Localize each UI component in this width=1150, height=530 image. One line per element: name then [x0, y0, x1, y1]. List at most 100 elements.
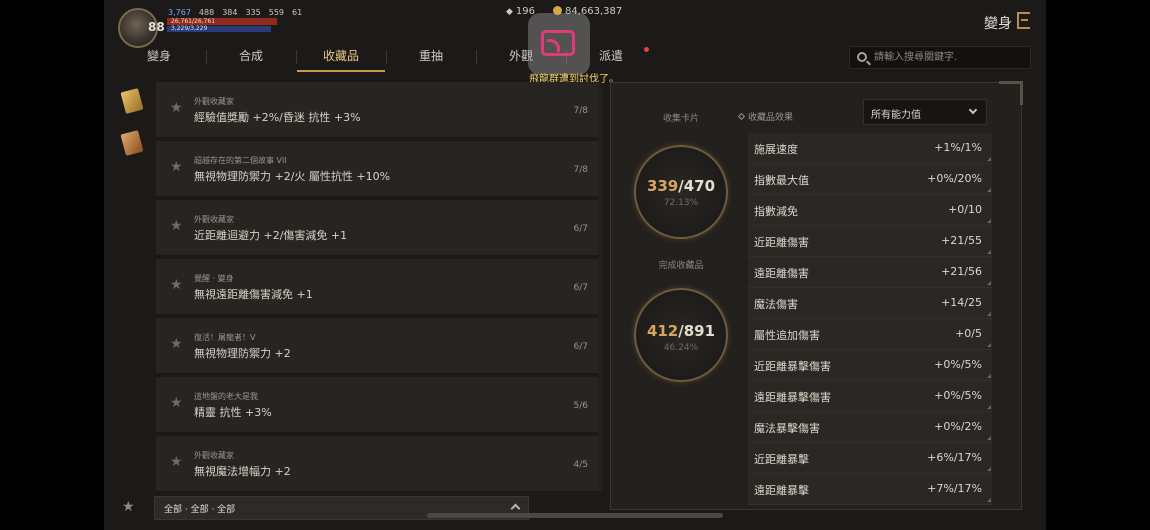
tab-reroll[interactable]: 重抽: [386, 42, 476, 70]
collection-row[interactable]: ★ 復活！屠龍者！V 無視物理防禦力 +2 6/7: [156, 318, 598, 374]
screen-cast-overlay[interactable]: [528, 13, 590, 75]
tab-transform[interactable]: 變身: [114, 42, 204, 70]
corner-tick: [987, 343, 991, 347]
collection-count: 6/7: [573, 342, 588, 352]
effect-name: 指數減免: [754, 205, 798, 218]
collection-row[interactable]: ★ 超越存在的第二個故事 VII 無視物理防禦力 +2/火 屬性抗性 +10% …: [156, 141, 598, 197]
stat-value: 559: [268, 8, 285, 17]
collection-count: 7/8: [573, 106, 588, 116]
tab-synthesis[interactable]: 合成: [206, 42, 296, 70]
effect-value: +0/5: [955, 327, 982, 340]
diamond-icon: [737, 112, 746, 121]
effect-row: 近距離傷害 +21/55: [748, 226, 992, 257]
search-icon: [857, 52, 867, 62]
active-tab-indicator: [297, 70, 385, 72]
game-screen: 88 3,767 488 384 335 559 61 26,761/26,76…: [104, 0, 1046, 530]
cards-label: 收集卡片: [662, 114, 699, 124]
star-icon[interactable]: ★: [170, 395, 183, 411]
corner-tick: [987, 157, 991, 161]
effect-name: 魔法暴擊傷害: [754, 422, 820, 435]
collection-source: 超越存在的第二個故事 VII: [194, 156, 287, 165]
corner-tick: [987, 250, 991, 254]
tab-collection[interactable]: 收藏品: [296, 42, 386, 70]
effect-row: 近距離暴擊 +6%/17%: [748, 443, 992, 474]
collection-row[interactable]: ★ 這地盤的老大是我 精靈 抗性 +3% 5/6: [156, 377, 598, 433]
collection-effect: 經驗值獎勵 +2%/昏迷 抗性 +3%: [194, 111, 361, 124]
gem-count: ◆ 196: [506, 6, 536, 17]
collection-list: ★ 外觀收藏家 經驗值獎勵 +2%/昏迷 抗性 +3% 7/8 ★ 超越存在的第…: [156, 82, 598, 492]
effect-name: 遠距離傷害: [754, 267, 809, 280]
effect-row: 魔法傷害 +14/25: [748, 288, 992, 319]
collection-source: 復活！屠龍者！V: [194, 333, 256, 342]
cards-percent: 72.13%: [663, 198, 699, 208]
effect-value: +0%/2%: [934, 420, 982, 433]
favorites-star-icon[interactable]: ★: [122, 499, 135, 515]
stat-value: 384: [222, 8, 238, 17]
collection-effect: 無視物理防禦力 +2: [194, 347, 291, 360]
collection-count: 6/7: [573, 224, 588, 234]
effect-value: +6%/17%: [927, 451, 982, 464]
search-box[interactable]: [849, 46, 1031, 69]
book-icon[interactable]: [120, 130, 144, 156]
effect-value: +1%/1%: [934, 141, 982, 154]
completed-ring: 412/891 46.24%: [634, 288, 728, 382]
search-input[interactable]: [874, 47, 1024, 68]
collection-source: 外觀收藏家: [194, 215, 234, 224]
stat-value: 61: [292, 8, 303, 17]
stat-value: 335: [245, 8, 261, 17]
book-icon[interactable]: [120, 88, 144, 114]
mp-bar: 3,229/3,229: [167, 26, 271, 32]
effect-value: +7%/17%: [927, 482, 982, 495]
collection-row[interactable]: ★ 外觀收藏家 經驗值獎勵 +2%/昏迷 抗性 +3% 7/8: [156, 82, 598, 138]
completed-label: 完成收藏品: [658, 261, 704, 271]
star-icon[interactable]: ★: [170, 336, 183, 352]
star-icon[interactable]: ★: [170, 454, 183, 470]
stat-filter-dropdown[interactable]: 所有能力值: [863, 99, 987, 125]
collection-count: 5/6: [573, 401, 588, 411]
effect-row: 遠距離傷害 +21/56: [748, 257, 992, 288]
stat-value: 3,767: [168, 8, 191, 17]
star-icon[interactable]: ★: [170, 100, 183, 116]
collection-source: 外觀收藏家: [194, 451, 234, 460]
collection-count: 7/8: [573, 165, 588, 175]
corner-tick: [987, 312, 991, 316]
effect-value: +21/55: [941, 234, 982, 247]
corner-tick: [987, 281, 991, 285]
effect-value: +0/10: [948, 203, 982, 216]
dropdown-value: 所有能力值: [871, 110, 921, 121]
effect-value: +0%/5%: [934, 358, 982, 371]
effect-name: 近距離暴擊: [754, 453, 809, 466]
collection-effect: 近距離迴避力 +2/傷害減免 +1: [194, 229, 348, 242]
collection-row[interactable]: ★ 覺醒 · 變身 無視遠距離傷害減免 +1 6/7: [156, 259, 598, 315]
star-icon[interactable]: ★: [170, 218, 183, 234]
stat-value: 488: [198, 8, 215, 17]
star-icon[interactable]: ★: [170, 277, 183, 293]
chevron-down-icon: [968, 105, 978, 115]
effect-row: 遠距離暴擊傷害 +0%/5%: [748, 381, 992, 412]
collection-row[interactable]: ★ 外觀收藏家 無視魔法增幅力 +2 4/5: [156, 436, 598, 492]
effect-name: 指數最大值: [754, 174, 809, 187]
effect-name: 近距離暴擊傷害: [754, 360, 831, 373]
collection-summary-panel: 收集卡片 339/470 72.13% 完成收藏品 412/891 46.24%…: [610, 81, 1023, 510]
list-scrollbar[interactable]: [598, 82, 602, 492]
exit-icon[interactable]: [1017, 12, 1030, 29]
collection-count: 6/7: [573, 283, 588, 293]
panel-corner-ornament: [999, 81, 1023, 105]
corner-tick: [987, 498, 991, 502]
corner-tick: [987, 405, 991, 409]
effect-name: 魔法傷害: [754, 298, 798, 311]
tab-bar: 變身 合成 收藏品 重抽 外觀 派遣: [104, 42, 834, 72]
collection-count: 4/5: [573, 460, 588, 470]
home-indicator: [427, 513, 723, 518]
collection-source: 外觀收藏家: [194, 97, 234, 106]
cast-icon: [541, 30, 575, 56]
collection-row[interactable]: ★ 外觀收藏家 近距離迴避力 +2/傷害減免 +1 6/7: [156, 200, 598, 256]
effect-row: 指數最大值 +0%/20%: [748, 164, 992, 195]
completed-percent: 46.24%: [663, 343, 699, 353]
filter-text: 全部 · 全部 · 全部: [164, 505, 236, 515]
gem-icon: ◆: [506, 7, 513, 17]
cards-value: 339/470: [646, 177, 716, 195]
effect-name: 施展速度: [754, 143, 798, 156]
collection-source: 覺醒 · 變身: [194, 274, 234, 283]
star-icon[interactable]: ★: [170, 159, 183, 175]
